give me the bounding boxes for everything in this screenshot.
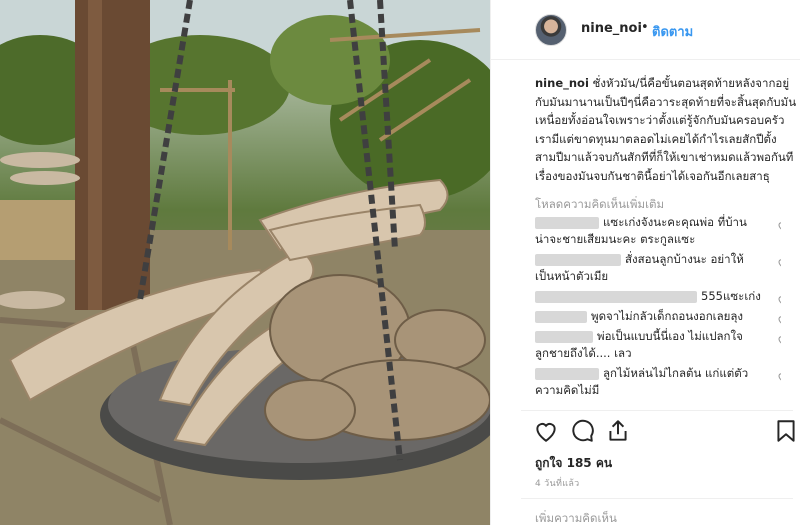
username-link[interactable]: nine_noi <box>581 21 642 36</box>
add-comment-placeholder: เพิ่มความคิดเห็น <box>535 511 617 525</box>
load-more-comments-link[interactable]: โหลดความคิดเห็นเพิ่มเติม <box>535 196 664 214</box>
share-icon[interactable] <box>605 418 631 444</box>
commenter-username-blurred[interactable] <box>535 216 599 229</box>
commenter-username-blurred[interactable] <box>535 290 697 303</box>
post-timestamp[interactable]: 4 วันที่แล้ว <box>535 476 580 490</box>
comment-item: พ่อเป็นแบบนี้นี่เอง ไม่แปลกใจลูกชายถึงได… <box>535 328 781 362</box>
like-comment-heart-icon[interactable] <box>777 257 781 269</box>
like-comment-heart-icon[interactable] <box>777 220 781 232</box>
comment-icon[interactable] <box>569 418 595 444</box>
like-comment-heart-icon[interactable] <box>777 371 781 383</box>
comment-list: แซะเก่งจังนะคะคุณพ่อ ที่บ้านน่าจะชายเสีย… <box>535 214 781 410</box>
comment-item: ลูกไม้หล่นไม่ไกลต้น แก่แต่ตัวความคิดไม่ม… <box>535 365 781 399</box>
like-comment-heart-icon[interactable] <box>777 334 781 346</box>
add-comment-field[interactable]: เพิ่มความคิดเห็น <box>521 498 793 528</box>
action-bar <box>491 418 800 448</box>
caption-text: ชั่งหัวมัน/นี่คือขั้นตอนสุดท้ายหลังจากอย… <box>535 76 797 183</box>
post-photo <box>0 0 490 525</box>
separator-dot: • <box>641 20 649 35</box>
like-comment-heart-icon[interactable] <box>777 294 781 306</box>
commenter-username-blurred[interactable] <box>535 330 593 343</box>
cassava-scale-image <box>0 0 490 525</box>
comment-text: 555แซะเก่ง <box>701 289 761 303</box>
follow-button[interactable]: ติดตาม <box>652 21 693 42</box>
like-comment-heart-icon[interactable] <box>777 314 781 326</box>
post-header: nine_noi • ติดตาม <box>491 0 800 60</box>
like-count[interactable]: ถูกใจ 185 คน <box>535 454 612 473</box>
commenter-username-blurred[interactable] <box>535 367 599 380</box>
profile-avatar[interactable] <box>535 14 567 46</box>
commenter-username-blurred[interactable] <box>535 253 621 266</box>
comment-item: 555แซะเก่ง <box>535 288 781 305</box>
section-divider <box>521 410 793 411</box>
bookmark-icon[interactable] <box>773 418 799 444</box>
comment-text: พูดจาไม่กลัวเด็กถอนงอกเลยลุง <box>591 309 744 323</box>
post-caption: nine_noi ชั่งหัวมัน/นี่คือขั้นตอนสุดท้าย… <box>535 74 797 185</box>
commenter-username-blurred[interactable] <box>535 310 587 323</box>
comment-item: สั่งสอนลูกบ้างนะ อย่าให้เป็นหน้าตัวเมีย <box>535 251 781 285</box>
post-side-panel: nine_noi • ติดตาม nine_noi ชั่งหัวมัน/นี… <box>490 0 800 525</box>
comment-item: พูดจาไม่กลัวเด็กถอนงอกเลยลุง <box>535 308 781 325</box>
caption-username[interactable]: nine_noi <box>535 76 589 90</box>
comment-item: แซะเก่งจังนะคะคุณพ่อ ที่บ้านน่าจะชายเสีย… <box>535 214 781 248</box>
heart-icon[interactable] <box>533 418 559 444</box>
